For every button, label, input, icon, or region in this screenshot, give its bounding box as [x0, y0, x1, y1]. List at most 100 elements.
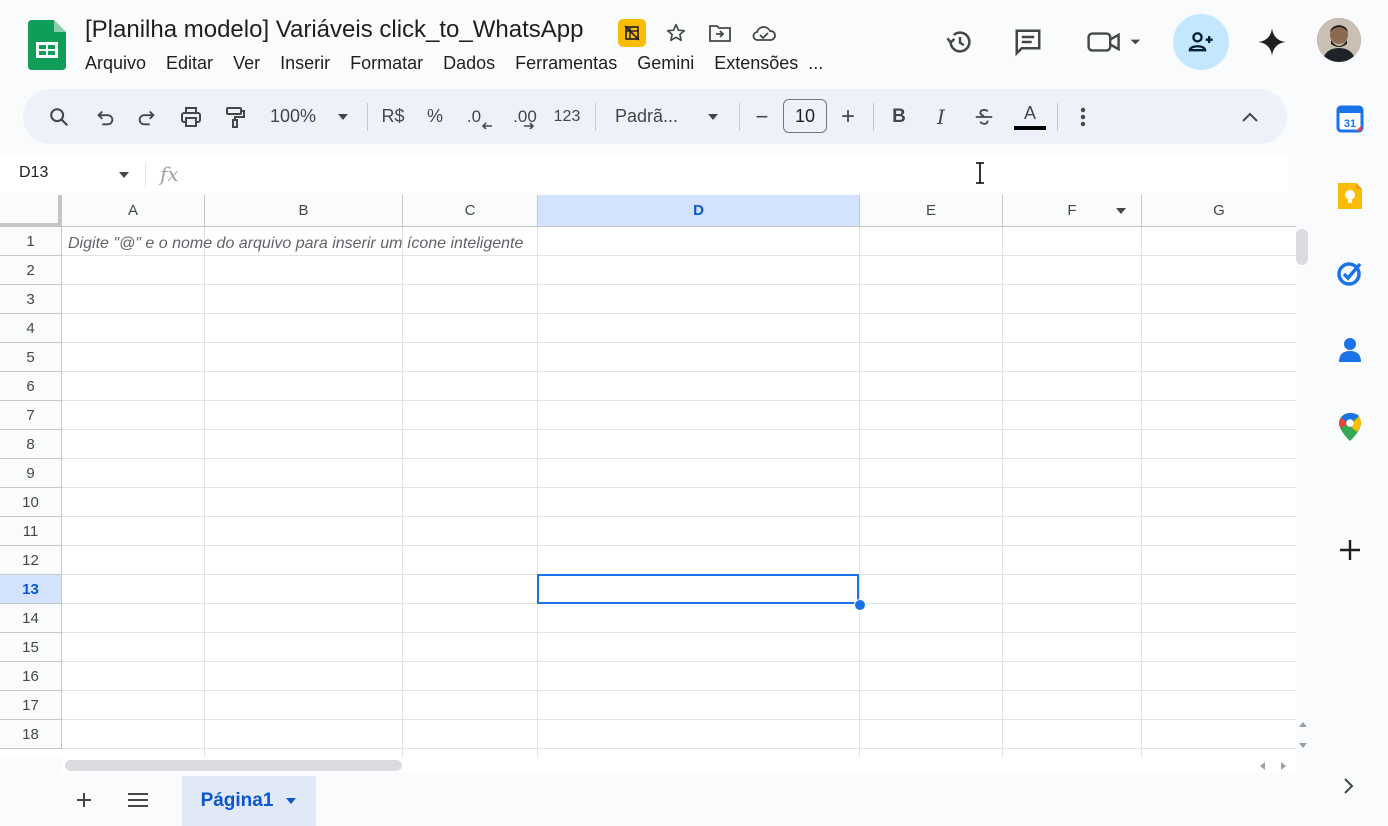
row-header[interactable]: 3 [0, 285, 62, 314]
row-header[interactable]: 18 [0, 720, 62, 749]
zoom-select[interactable]: 100% [261, 89, 325, 144]
column-header-g[interactable]: G [1142, 195, 1296, 227]
increase-font-size-button[interactable]: + [835, 89, 861, 144]
gemini-sparkle-icon[interactable] [1248, 18, 1296, 66]
column-header-e[interactable]: E [860, 195, 1003, 227]
column-header-a[interactable]: A [62, 195, 205, 227]
scroll-right-arrow-icon[interactable] [1280, 761, 1288, 771]
all-sheets-menu-icon[interactable] [127, 791, 149, 809]
print-icon[interactable] [171, 89, 211, 144]
menu-editar[interactable]: Editar [156, 52, 223, 74]
menu-extensoes[interactable]: Extensões [704, 52, 808, 74]
row-header[interactable]: 12 [0, 546, 62, 575]
sheet-tab-active[interactable]: Página1 [182, 776, 316, 826]
arrow-left-icon [481, 121, 493, 129]
paint-format-icon[interactable] [215, 89, 255, 144]
italic-button[interactable]: I [927, 89, 955, 144]
add-sheet-icon[interactable] [74, 790, 94, 810]
filter-dropdown-icon[interactable] [1115, 207, 1127, 215]
expand-side-panel-icon[interactable] [1342, 777, 1356, 795]
row-header[interactable]: 11 [0, 517, 62, 546]
menu-more[interactable]: ... [808, 52, 833, 74]
menu-arquivo[interactable]: Arquivo [75, 52, 156, 74]
row-header[interactable]: 9 [0, 459, 62, 488]
strikethrough-icon[interactable] [969, 89, 999, 144]
text-cursor-icon [976, 162, 984, 184]
menu-ver[interactable]: Ver [223, 52, 270, 74]
row-header[interactable]: 16 [0, 662, 62, 691]
calendar-icon[interactable]: 31 [1335, 104, 1365, 134]
chevron-down-icon[interactable] [118, 171, 130, 179]
text-color-button[interactable]: A [1011, 89, 1049, 144]
vertical-scrollbar-thumb[interactable] [1296, 229, 1308, 265]
more-vert-icon[interactable] [1069, 89, 1097, 144]
grid-line [62, 545, 1296, 546]
menu-dados[interactable]: Dados [433, 52, 505, 74]
history-icon[interactable] [936, 18, 984, 66]
row-header[interactable]: 17 [0, 691, 62, 720]
font-size-input[interactable]: 10 [783, 99, 827, 133]
spreadsheet-grid[interactable]: A B C D E F G 1 2 3 4 5 6 7 8 9 10 11 12… [0, 195, 1296, 757]
add-addon-icon[interactable] [1339, 539, 1361, 561]
row-header[interactable]: 2 [0, 256, 62, 285]
menu-gemini[interactable]: Gemini [627, 52, 704, 74]
chevron-up-icon[interactable] [1235, 89, 1265, 144]
column-header-b[interactable]: B [205, 195, 403, 227]
number-format-button[interactable]: 123 [549, 89, 585, 144]
increase-decimal-button[interactable]: .00 [505, 89, 543, 144]
sheets-logo-icon[interactable] [28, 20, 66, 70]
undo-icon[interactable] [85, 89, 125, 144]
decrease-decimal-button[interactable]: .0 [463, 89, 497, 144]
star-icon[interactable] [662, 19, 690, 47]
meet-video-icon[interactable] [1080, 18, 1150, 66]
decrease-font-size-button[interactable]: − [749, 89, 775, 144]
redo-icon[interactable] [127, 89, 167, 144]
column-header-d[interactable]: D [538, 195, 860, 227]
scroll-up-arrow-icon[interactable] [1298, 720, 1308, 728]
chevron-down-icon[interactable] [285, 797, 297, 805]
share-add-person-icon[interactable] [1173, 14, 1229, 70]
avatar[interactable] [1317, 18, 1361, 62]
horizontal-scrollbar-thumb[interactable] [65, 760, 402, 771]
search-menus-icon[interactable] [37, 89, 81, 144]
maps-icon[interactable] [1335, 412, 1365, 442]
bold-button[interactable]: B [885, 89, 913, 144]
select-all-corner[interactable] [0, 195, 62, 227]
row-header[interactable]: 14 [0, 604, 62, 633]
currency-button[interactable]: R$ [375, 89, 411, 144]
cloud-saved-icon[interactable] [750, 19, 778, 47]
scroll-left-arrow-icon[interactable] [1258, 761, 1266, 771]
contacts-icon[interactable] [1335, 335, 1365, 365]
toolbar-divider [1057, 103, 1058, 131]
row-header[interactable]: 5 [0, 343, 62, 372]
fill-handle[interactable] [854, 599, 866, 611]
row-header[interactable]: 7 [0, 401, 62, 430]
menu-inserir[interactable]: Inserir [270, 52, 340, 74]
tasks-icon[interactable] [1335, 258, 1365, 288]
cell-a1-smart-chip-hint[interactable]: Digite "@" e o nome do arquivo para inse… [68, 235, 523, 253]
menu-ferramentas[interactable]: Ferramentas [505, 52, 627, 74]
chevron-down-icon[interactable] [701, 89, 725, 144]
scroll-down-arrow-icon[interactable] [1298, 742, 1308, 750]
document-title[interactable]: [Planilha modelo] Variáveis click_to_Wha… [85, 16, 583, 44]
row-header-selected[interactable]: 13 [0, 575, 62, 604]
comments-icon[interactable] [1004, 18, 1052, 66]
chevron-down-icon[interactable] [331, 89, 355, 144]
no-offline-badge-icon[interactable] [618, 19, 646, 47]
menu-formatar[interactable]: Formatar [340, 52, 433, 74]
row-header[interactable]: 4 [0, 314, 62, 343]
row-header[interactable]: 1 [0, 227, 62, 256]
font-select[interactable]: Padrã... [607, 89, 691, 144]
row-header[interactable]: 8 [0, 430, 62, 459]
grid-line [1002, 227, 1003, 757]
keep-icon[interactable] [1335, 181, 1365, 211]
row-header[interactable]: 10 [0, 488, 62, 517]
row-header[interactable]: 6 [0, 372, 62, 401]
name-box[interactable]: D13 [19, 164, 48, 182]
column-header-f[interactable]: F [1003, 195, 1142, 227]
column-header-c[interactable]: C [403, 195, 538, 227]
selected-cell-d13[interactable] [537, 574, 859, 604]
percent-button[interactable]: % [419, 89, 451, 144]
move-folder-icon[interactable] [706, 19, 734, 47]
row-header[interactable]: 15 [0, 633, 62, 662]
